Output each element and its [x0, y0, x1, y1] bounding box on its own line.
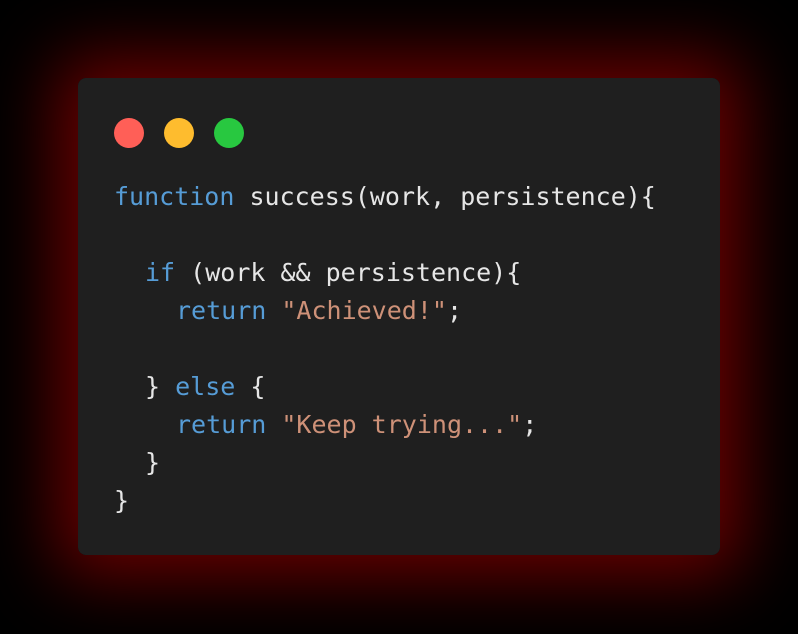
code-line-8: }: [114, 444, 656, 482]
closing-brace: }: [145, 372, 176, 401]
closing-brace: }: [145, 448, 161, 477]
code-line-9: }: [114, 482, 656, 520]
code-line-4: return "Achieved!";: [114, 292, 656, 330]
string-achieved: "Achieved!": [281, 296, 447, 325]
else-brace: {: [235, 372, 266, 401]
close-dot-icon[interactable]: [114, 118, 144, 148]
keyword-if: if: [145, 258, 176, 287]
keyword-return: return: [176, 296, 267, 325]
function-signature: success(work, persistence){: [234, 182, 656, 211]
code-line-6: } else {: [114, 368, 656, 406]
code-window: function success(work, persistence){ if (…: [78, 78, 720, 555]
code-line-5-blank: [114, 330, 656, 368]
code-block: function success(work, persistence){ if (…: [114, 178, 656, 520]
maximize-dot-icon[interactable]: [214, 118, 244, 148]
keyword-function: function: [114, 182, 235, 211]
semicolon: ;: [522, 410, 538, 439]
semicolon: ;: [446, 296, 463, 325]
window-controls: [114, 118, 244, 148]
minimize-dot-icon[interactable]: [164, 118, 194, 148]
code-line-3: if (work && persistence){: [114, 254, 656, 292]
keyword-return: return: [176, 410, 267, 439]
closing-brace: }: [114, 486, 130, 515]
code-line-2-blank: [114, 216, 656, 254]
string-keep-trying: "Keep trying...": [281, 410, 523, 439]
code-line-7: return "Keep trying...";: [114, 406, 656, 444]
if-condition: (work && persistence){: [175, 258, 522, 287]
code-line-1: function success(work, persistence){: [114, 178, 656, 216]
keyword-else: else: [175, 372, 236, 401]
